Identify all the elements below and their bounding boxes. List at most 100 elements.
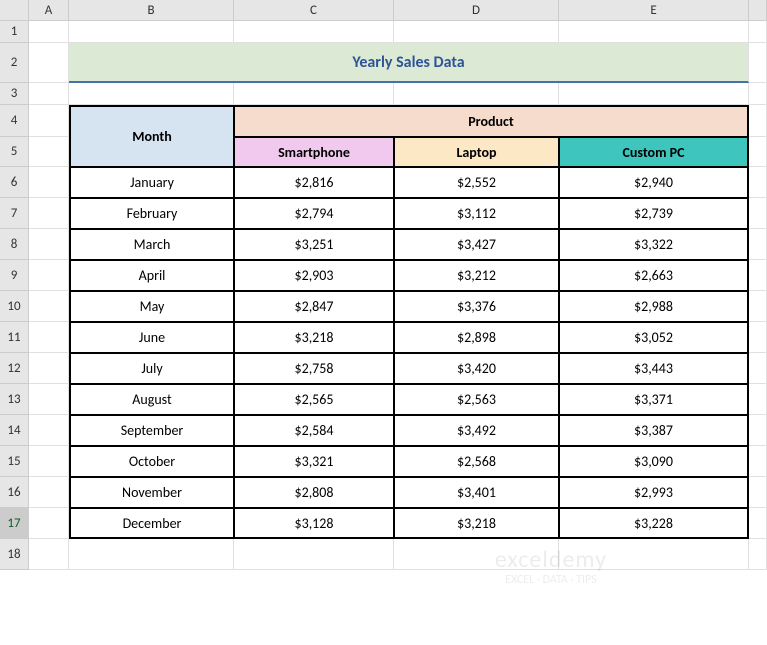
cell-laptop[interactable]: $3,218 bbox=[394, 508, 559, 539]
cell-smartphone[interactable]: $2,794 bbox=[234, 198, 394, 229]
cell-laptop[interactable]: $2,568 bbox=[394, 446, 559, 477]
cell-F5[interactable] bbox=[749, 137, 767, 167]
row-header-9[interactable]: 9 bbox=[0, 260, 29, 291]
cell-month[interactable]: June bbox=[69, 322, 234, 353]
row-header-7[interactable]: 7 bbox=[0, 198, 29, 229]
cell-F7[interactable] bbox=[749, 198, 767, 229]
cell-month[interactable]: July bbox=[69, 353, 234, 384]
cell-A4[interactable] bbox=[29, 105, 69, 137]
row-header-12[interactable]: 12 bbox=[0, 353, 29, 384]
cell-A16[interactable] bbox=[29, 477, 69, 508]
cell-laptop[interactable]: $2,898 bbox=[394, 322, 559, 353]
cell-laptop[interactable]: $3,420 bbox=[394, 353, 559, 384]
cell-F6[interactable] bbox=[749, 167, 767, 198]
cell-A9[interactable] bbox=[29, 260, 69, 291]
cell-smartphone[interactable]: $3,218 bbox=[234, 322, 394, 353]
cell-month[interactable]: April bbox=[69, 260, 234, 291]
cell-empty[interactable] bbox=[29, 83, 69, 105]
cell-custom-pc[interactable]: $3,443 bbox=[559, 353, 749, 384]
cell-empty[interactable] bbox=[234, 83, 394, 105]
cell-A2[interactable] bbox=[29, 43, 69, 83]
cell-empty[interactable] bbox=[394, 21, 559, 43]
cell-custom-pc[interactable]: $3,090 bbox=[559, 446, 749, 477]
cell-laptop[interactable]: $3,427 bbox=[394, 229, 559, 260]
cell-smartphone[interactable]: $2,847 bbox=[234, 291, 394, 322]
row-header-16[interactable]: 16 bbox=[0, 477, 29, 508]
cell-empty[interactable] bbox=[29, 539, 69, 570]
cell-smartphone[interactable]: $2,565 bbox=[234, 384, 394, 415]
cell-empty[interactable] bbox=[749, 21, 767, 43]
row-header-2[interactable]: 2 bbox=[0, 43, 29, 83]
cell-empty[interactable] bbox=[394, 539, 559, 570]
cell-month[interactable]: August bbox=[69, 384, 234, 415]
header-laptop[interactable]: Laptop bbox=[394, 137, 559, 167]
cell-custom-pc[interactable]: $3,052 bbox=[559, 322, 749, 353]
column-header-E[interactable]: E bbox=[559, 0, 749, 20]
cell-smartphone[interactable]: $2,816 bbox=[234, 167, 394, 198]
cell-month[interactable]: November bbox=[69, 477, 234, 508]
cell-custom-pc[interactable]: $2,663 bbox=[559, 260, 749, 291]
cell-empty[interactable] bbox=[749, 83, 767, 105]
cell-empty[interactable] bbox=[234, 539, 394, 570]
cell-month[interactable]: January bbox=[69, 167, 234, 198]
cell-month[interactable]: December bbox=[69, 508, 234, 539]
cell-custom-pc[interactable]: $3,228 bbox=[559, 508, 749, 539]
cell-A14[interactable] bbox=[29, 415, 69, 446]
cell-F12[interactable] bbox=[749, 353, 767, 384]
cell-F10[interactable] bbox=[749, 291, 767, 322]
cell-month[interactable]: October bbox=[69, 446, 234, 477]
cell-laptop[interactable]: $3,401 bbox=[394, 477, 559, 508]
header-custom-pc[interactable]: Custom PC bbox=[559, 137, 749, 167]
cell-laptop[interactable]: $3,112 bbox=[394, 198, 559, 229]
header-smartphone[interactable]: Smartphone bbox=[234, 137, 394, 167]
cell-custom-pc[interactable]: $3,371 bbox=[559, 384, 749, 415]
cell-smartphone[interactable]: $2,584 bbox=[234, 415, 394, 446]
cell-F15[interactable] bbox=[749, 446, 767, 477]
cell-empty[interactable] bbox=[559, 539, 749, 570]
cell-empty[interactable] bbox=[749, 539, 767, 570]
row-header-4[interactable]: 4 bbox=[0, 105, 29, 137]
cell-custom-pc[interactable]: $2,993 bbox=[559, 477, 749, 508]
cell-F4[interactable] bbox=[749, 105, 767, 137]
header-product[interactable]: Product bbox=[234, 105, 749, 137]
cell-A15[interactable] bbox=[29, 446, 69, 477]
cell-A10[interactable] bbox=[29, 291, 69, 322]
cell-F16[interactable] bbox=[749, 477, 767, 508]
row-header-11[interactable]: 11 bbox=[0, 322, 29, 353]
column-header-A[interactable]: A bbox=[29, 0, 69, 20]
row-header-5[interactable]: 5 bbox=[0, 137, 29, 167]
cell-empty[interactable] bbox=[559, 83, 749, 105]
cell-empty[interactable] bbox=[234, 21, 394, 43]
cell-smartphone[interactable]: $3,128 bbox=[234, 508, 394, 539]
cell-A17[interactable] bbox=[29, 508, 69, 539]
cell-F13[interactable] bbox=[749, 384, 767, 415]
cell-custom-pc[interactable]: $3,322 bbox=[559, 229, 749, 260]
cell-F17[interactable] bbox=[749, 508, 767, 539]
cell-F14[interactable] bbox=[749, 415, 767, 446]
cell-custom-pc[interactable]: $2,988 bbox=[559, 291, 749, 322]
cell-empty[interactable] bbox=[69, 539, 234, 570]
row-header-15[interactable]: 15 bbox=[0, 446, 29, 477]
cell-A11[interactable] bbox=[29, 322, 69, 353]
cell-laptop[interactable]: $3,492 bbox=[394, 415, 559, 446]
row-header-1[interactable]: 1 bbox=[0, 21, 29, 43]
cell-A8[interactable] bbox=[29, 229, 69, 260]
column-header-C[interactable]: C bbox=[234, 0, 394, 20]
cell-empty[interactable] bbox=[69, 83, 234, 105]
cell-smartphone[interactable]: $3,321 bbox=[234, 446, 394, 477]
cell-F9[interactable] bbox=[749, 260, 767, 291]
row-header-18[interactable]: 18 bbox=[0, 539, 29, 570]
row-header-8[interactable]: 8 bbox=[0, 229, 29, 260]
page-title[interactable]: Yearly Sales Data bbox=[69, 43, 749, 83]
cell-smartphone[interactable]: $2,903 bbox=[234, 260, 394, 291]
cell-custom-pc[interactable]: $2,940 bbox=[559, 167, 749, 198]
cell-A5[interactable] bbox=[29, 137, 69, 167]
cell-laptop[interactable]: $2,552 bbox=[394, 167, 559, 198]
cell-custom-pc[interactable]: $3,387 bbox=[559, 415, 749, 446]
cell-month[interactable]: September bbox=[69, 415, 234, 446]
cell-month[interactable]: February bbox=[69, 198, 234, 229]
cell-custom-pc[interactable]: $2,739 bbox=[559, 198, 749, 229]
header-month[interactable]: Month bbox=[69, 105, 234, 167]
column-header-corner[interactable] bbox=[749, 0, 767, 20]
cell-month[interactable]: May bbox=[69, 291, 234, 322]
